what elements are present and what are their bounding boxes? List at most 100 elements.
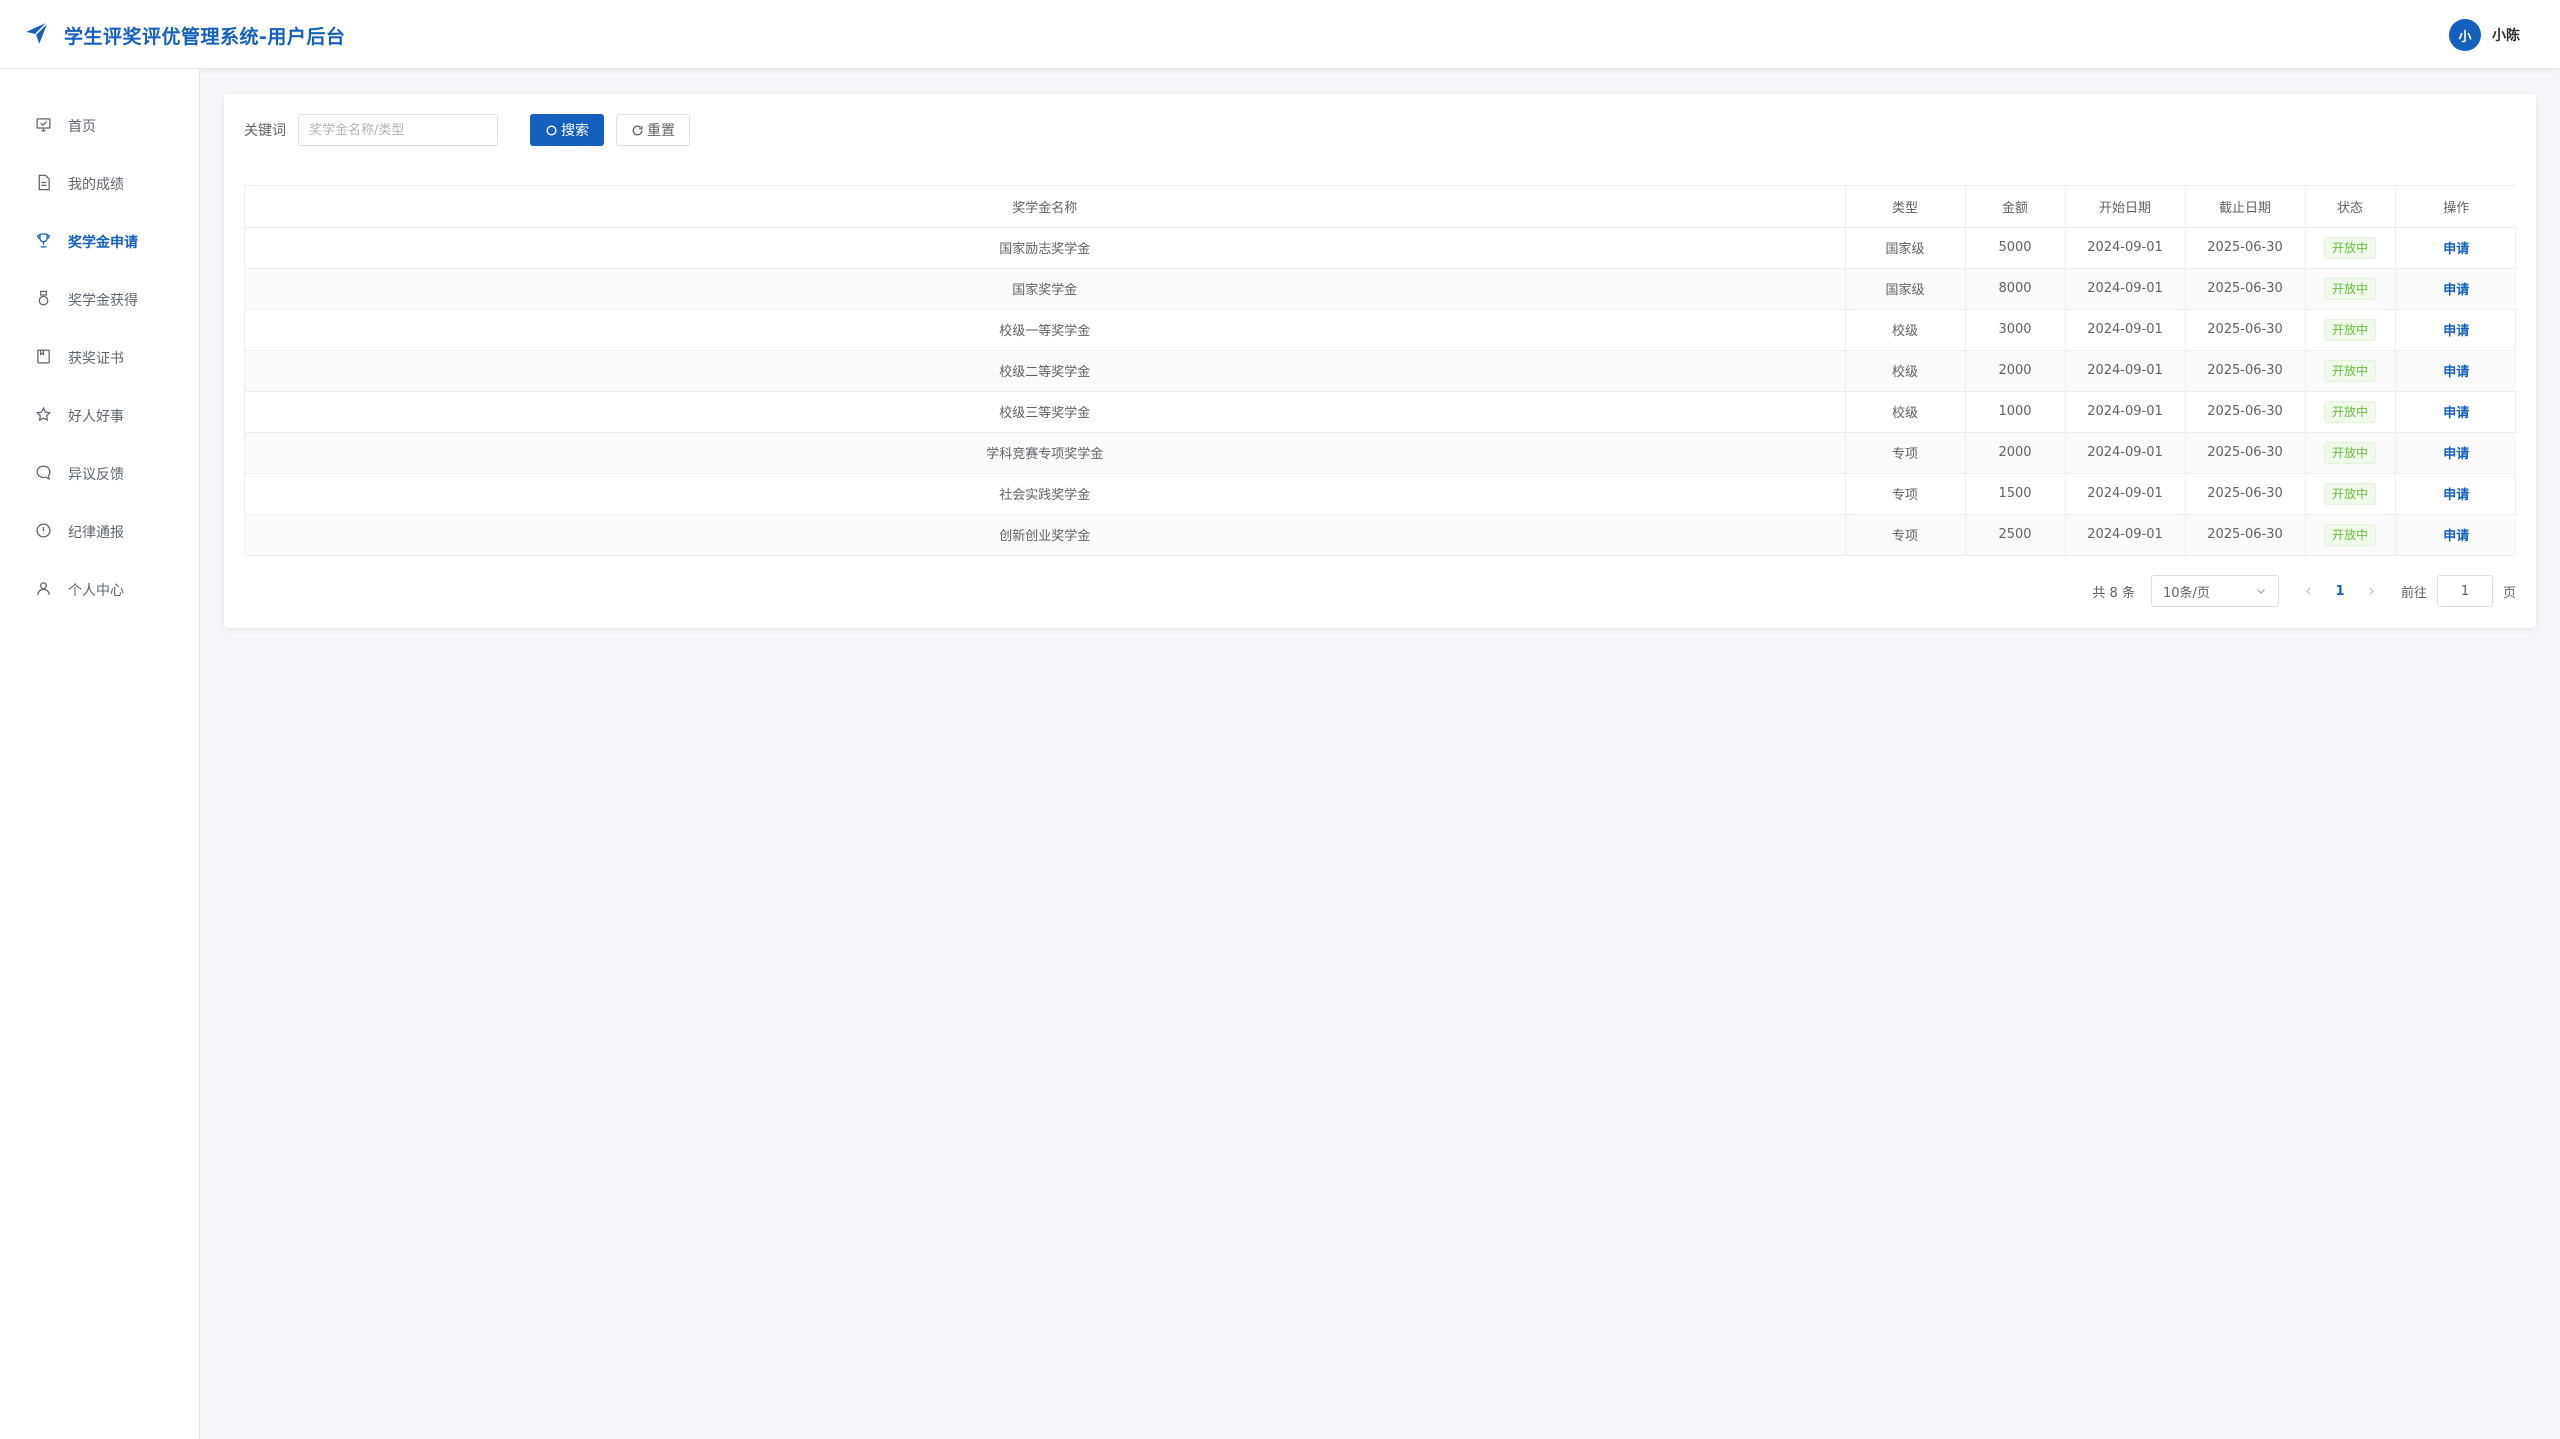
sidebar-item-certificates[interactable]: 获奖证书 — [0, 329, 199, 387]
cell-end-date: 2025-06-30 — [2185, 268, 2306, 310]
column-header: 金额 — [1965, 186, 2066, 228]
cell-type: 校级 — [1845, 391, 1966, 433]
cell-start-date: 2024-09-01 — [2065, 350, 2186, 392]
cell-status: 开放中 — [2305, 309, 2396, 351]
cell-amount: 5000 — [1965, 227, 2066, 269]
cell-status: 开放中 — [2305, 473, 2396, 515]
column-header: 截止日期 — [2185, 186, 2306, 228]
sidebar-item-label: 好人好事 — [68, 409, 124, 425]
sidebar-item-home[interactable]: 首页 — [0, 97, 199, 155]
column-header: 奖学金名称 — [245, 186, 1846, 228]
cell-end-date: 2025-06-30 — [2185, 514, 2306, 555]
page-number[interactable]: 1 — [2325, 584, 2355, 599]
user-icon — [35, 580, 52, 601]
column-header: 开始日期 — [2065, 186, 2186, 228]
cell-action: 申请 — [2395, 350, 2517, 392]
goto-page-input[interactable] — [2436, 575, 2493, 607]
sidebar-item-scholarship-awarded[interactable]: 奖学金获得 — [0, 271, 199, 329]
cell-name: 学科竞赛专项奖学金 — [245, 432, 1846, 474]
status-badge: 开放中 — [2323, 236, 2376, 259]
username[interactable]: 小陈 — [2492, 25, 2520, 45]
apply-link[interactable]: 申请 — [2443, 242, 2469, 257]
cell-status: 开放中 — [2305, 350, 2396, 392]
cell-start-date: 2024-09-01 — [2065, 391, 2186, 433]
cell-start-date: 2024-09-01 — [2065, 473, 2186, 515]
refresh-icon — [632, 125, 643, 136]
table-row: 创新创业奖学金 专项 2500 2024-09-01 2025-06-30 开放… — [245, 514, 2517, 555]
search-label: 关键词 — [244, 123, 286, 139]
sidebar-item-profile[interactable]: 个人中心 — [0, 561, 199, 619]
cell-action: 申请 — [2395, 391, 2517, 433]
medal-icon — [35, 290, 52, 311]
table-row: 校级三等奖学金 校级 1000 2024-09-01 2025-06-30 开放… — [245, 391, 2517, 433]
table-row: 校级一等奖学金 校级 3000 2024-09-01 2025-06-30 开放… — [245, 309, 2517, 351]
table-row: 国家励志奖学金 国家级 5000 2024-09-01 2025-06-30 开… — [245, 227, 2517, 269]
document-icon — [35, 174, 52, 195]
cell-amount: 1500 — [1965, 473, 2066, 515]
chat-icon — [35, 464, 52, 485]
search-button-label: 搜索 — [561, 123, 589, 139]
apply-link[interactable]: 申请 — [2443, 406, 2469, 421]
avatar[interactable]: 小 — [2449, 19, 2481, 51]
cell-end-date: 2025-06-30 — [2185, 473, 2306, 515]
apply-link[interactable]: 申请 — [2443, 529, 2469, 544]
search-input[interactable] — [298, 114, 498, 146]
cell-end-date: 2025-06-30 — [2185, 432, 2306, 474]
apply-link[interactable]: 申请 — [2443, 283, 2469, 298]
sidebar-item-feedback[interactable]: 异议反馈 — [0, 445, 199, 503]
cell-start-date: 2024-09-01 — [2065, 227, 2186, 269]
prev-page-button[interactable] — [2295, 575, 2323, 607]
status-badge: 开放中 — [2323, 523, 2376, 546]
sidebar-item-grades[interactable]: 我的成绩 — [0, 155, 199, 213]
apply-link[interactable]: 申请 — [2443, 447, 2469, 462]
cell-status: 开放中 — [2305, 391, 2396, 433]
cell-start-date: 2024-09-01 — [2065, 432, 2186, 474]
cell-end-date: 2025-06-30 — [2185, 309, 2306, 351]
status-badge: 开放中 — [2323, 318, 2376, 341]
next-page-button[interactable] — [2357, 575, 2385, 607]
table-row: 学科竞赛专项奖学金 专项 2000 2024-09-01 2025-06-30 … — [245, 432, 2517, 474]
cell-type: 校级 — [1845, 309, 1966, 351]
cell-end-date: 2025-06-30 — [2185, 391, 2306, 433]
cell-amount: 3000 — [1965, 309, 2066, 351]
sidebar-item-label: 纪律通报 — [68, 525, 124, 541]
cell-amount: 2000 — [1965, 432, 2066, 474]
sidebar-item-scholarship-apply[interactable]: 奖学金申请 — [0, 213, 199, 271]
paper-plane-icon — [24, 20, 50, 50]
cell-type: 校级 — [1845, 350, 1966, 392]
home-icon — [35, 116, 52, 137]
table-row: 校级二等奖学金 校级 2000 2024-09-01 2025-06-30 开放… — [245, 350, 2517, 392]
sidebar-item-label: 异议反馈 — [68, 467, 124, 483]
search-button[interactable]: 搜索 — [530, 114, 604, 146]
cell-action: 申请 — [2395, 268, 2517, 310]
warning-icon — [35, 522, 52, 543]
cell-type: 专项 — [1845, 514, 1966, 555]
cell-start-date: 2024-09-01 — [2065, 514, 2186, 555]
reset-button[interactable]: 重置 — [616, 114, 690, 146]
sidebar-item-label: 首页 — [68, 119, 96, 135]
sidebar-item-good-deeds[interactable]: 好人好事 — [0, 387, 199, 445]
user-menu[interactable]: 小 小陈 — [2449, 18, 2520, 52]
apply-link[interactable]: 申请 — [2443, 365, 2469, 380]
sidebar-item-label: 个人中心 — [68, 583, 124, 599]
sidebar-item-discipline[interactable]: 纪律通报 — [0, 503, 199, 561]
cell-type: 专项 — [1845, 473, 1966, 515]
cell-status: 开放中 — [2305, 227, 2396, 269]
cell-action: 申请 — [2395, 432, 2517, 474]
trophy-icon — [35, 232, 52, 253]
chevron-right-icon — [2369, 587, 2374, 595]
cell-type: 国家级 — [1845, 227, 1966, 269]
cell-name: 创新创业奖学金 — [245, 514, 1846, 555]
certificate-icon — [35, 348, 52, 369]
table-row: 社会实践奖学金 专项 1500 2024-09-01 2025-06-30 开放… — [245, 473, 2517, 515]
page-size-select[interactable]: 10条/页 — [2150, 575, 2279, 607]
cell-amount: 8000 — [1965, 268, 2066, 310]
cell-action: 申请 — [2395, 227, 2517, 269]
pagination: 共 8 条 10条/页 1 前往 页 — [2092, 575, 2516, 607]
apply-link[interactable]: 申请 — [2443, 324, 2469, 339]
page-size-value: 10条/页 — [2162, 585, 2210, 601]
chevron-down-icon — [2257, 589, 2265, 594]
cell-end-date: 2025-06-30 — [2185, 227, 2306, 269]
apply-link[interactable]: 申请 — [2443, 488, 2469, 503]
table-header-row: 奖学金名称 类型 金额 开始日期 截止日期 状态 操作 — [245, 186, 2517, 228]
